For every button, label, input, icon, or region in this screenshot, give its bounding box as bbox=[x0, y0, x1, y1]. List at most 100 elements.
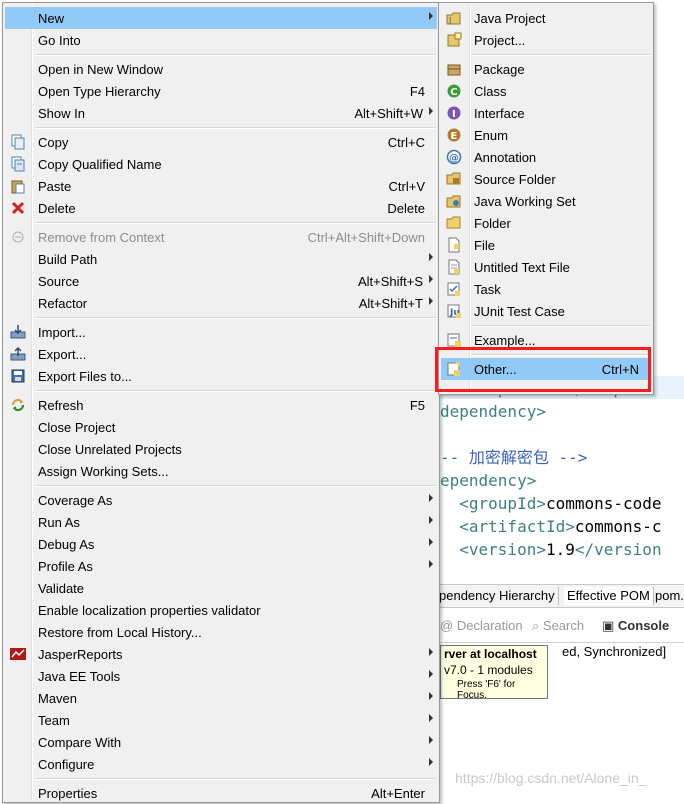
menu-item-go-into[interactable]: Go Into bbox=[5, 29, 437, 51]
code-line: ependency> bbox=[440, 471, 537, 490]
menu-item-show-in[interactable]: Show In Alt+Shift+W bbox=[5, 102, 437, 124]
menu-separator bbox=[35, 485, 436, 487]
menu-item-coverage-as[interactable]: Coverage As bbox=[5, 489, 437, 511]
interface-icon: I bbox=[446, 105, 462, 121]
menu-item-refactor[interactable]: Refactor Alt+Shift+T bbox=[5, 292, 437, 314]
menu-item-java-project[interactable]: J Java Project bbox=[441, 7, 651, 29]
menu-item-other[interactable]: Other... Ctrl+N bbox=[441, 358, 651, 380]
menu-item-label: Example... bbox=[474, 333, 536, 348]
menu-item-label: Delete bbox=[38, 201, 76, 216]
menu-item-assign-working-sets[interactable]: Assign Working Sets... bbox=[5, 460, 437, 482]
junit-icon: Ju bbox=[446, 303, 462, 319]
menu-item-label: Build Path bbox=[38, 252, 98, 267]
menu-item-label: Compare With bbox=[38, 735, 122, 750]
menu-item-example[interactable]: Example... bbox=[441, 329, 651, 351]
menu-item-new[interactable]: New bbox=[5, 7, 437, 29]
menu-separator bbox=[35, 127, 436, 129]
tab-pom[interactable]: pom. bbox=[652, 587, 684, 605]
editor-tabs: pendency Hierarchy Effective POM pom. bbox=[436, 584, 684, 608]
menu-item-label: Debug As bbox=[38, 537, 95, 552]
java-project-icon: J bbox=[446, 10, 462, 26]
menu-item-task[interactable]: Task bbox=[441, 278, 651, 300]
chevron-right-icon bbox=[429, 758, 433, 766]
chevron-right-icon bbox=[429, 736, 433, 744]
menu-item-close-project[interactable]: Close Project bbox=[5, 416, 437, 438]
menu-item-label: JUnit Test Case bbox=[474, 304, 565, 319]
menu-item-label: Project... bbox=[474, 33, 526, 48]
menu-separator bbox=[35, 390, 436, 392]
menu-item-remove-from-context[interactable]: Remove from Context Ctrl+Alt+Shift+Down bbox=[5, 226, 437, 248]
menu-item-paste[interactable]: Paste Ctrl+V bbox=[5, 175, 437, 197]
menu-item-label: Annotation bbox=[474, 150, 537, 165]
menu-item-class[interactable]: C Class bbox=[441, 80, 651, 102]
menu-item-label: Restore from Local History... bbox=[38, 625, 202, 640]
menu-item-label: Other... bbox=[474, 362, 517, 377]
paste-icon bbox=[10, 178, 26, 194]
save-icon bbox=[10, 368, 26, 384]
declaration-tab[interactable]: @ Declaration bbox=[440, 618, 523, 633]
menu-item-untitled-text-file[interactable]: Untitled Text File bbox=[441, 256, 651, 278]
menu-item-source-folder[interactable]: Source Folder bbox=[441, 168, 651, 190]
tab-effective-pom[interactable]: Effective POM bbox=[564, 587, 654, 605]
menu-item-maven[interactable]: Maven bbox=[5, 687, 437, 709]
menu-item-java-ee-tools[interactable]: Java EE Tools bbox=[5, 665, 437, 687]
example-icon bbox=[446, 332, 462, 348]
menu-item-folder[interactable]: Folder bbox=[441, 212, 651, 234]
chevron-right-icon bbox=[429, 538, 433, 546]
menu-item-debug-as[interactable]: Debug As bbox=[5, 533, 437, 555]
chevron-right-icon bbox=[429, 648, 433, 656]
menu-item-label: Java Working Set bbox=[474, 194, 576, 209]
menu-separator bbox=[35, 222, 436, 224]
menu-item-annotation[interactable]: @ Annotation bbox=[441, 146, 651, 168]
menu-item-restore-from-local-history[interactable]: Restore from Local History... bbox=[5, 621, 437, 643]
menu-item-team[interactable]: Team bbox=[5, 709, 437, 731]
menu-item-profile-as[interactable]: Profile As bbox=[5, 555, 437, 577]
tab-dependency-hierarchy[interactable]: pendency Hierarchy bbox=[436, 587, 559, 605]
menu-item-enable-localization-properties-validator[interactable]: Enable localization properties validator bbox=[5, 599, 437, 621]
menu-item-shortcut: F4 bbox=[409, 84, 425, 99]
menu-item-import[interactable]: Import... bbox=[5, 321, 437, 343]
menu-item-label: Copy Qualified Name bbox=[38, 157, 162, 172]
menu-item-open-type-hierarchy[interactable]: Open Type Hierarchy F4 bbox=[5, 80, 437, 102]
chevron-right-icon bbox=[429, 670, 433, 678]
console-tab[interactable]: ▣ Console bbox=[602, 618, 669, 634]
menu-item-open-in-new-window[interactable]: Open in New Window bbox=[5, 58, 437, 80]
menu-item-label: Import... bbox=[38, 325, 86, 340]
declaration-icon: @ bbox=[440, 618, 454, 633]
menu-item-delete[interactable]: Delete Delete bbox=[5, 197, 437, 219]
menu-item-package[interactable]: Package bbox=[441, 58, 651, 80]
class-icon: C bbox=[446, 83, 462, 99]
code-line: dependency> bbox=[440, 402, 546, 421]
menu-item-junit-test-case[interactable]: Ju JUnit Test Case bbox=[441, 300, 651, 322]
menu-item-label: Export... bbox=[38, 347, 87, 362]
menu-item-enum[interactable]: E Enum bbox=[441, 124, 651, 146]
menu-item-export-files-to[interactable]: Export Files to... bbox=[5, 365, 437, 387]
chevron-right-icon bbox=[429, 12, 433, 20]
menu-item-validate[interactable]: Validate bbox=[5, 577, 437, 599]
watermark: https://blog.csdn.net/Alone_in_ bbox=[455, 770, 647, 786]
menu-item-close-unrelated-projects[interactable]: Close Unrelated Projects bbox=[5, 438, 437, 460]
import-icon bbox=[10, 324, 26, 340]
menu-item-file[interactable]: File bbox=[441, 234, 651, 256]
menu-item-copy-qualified-name[interactable]: Copy Qualified Name bbox=[5, 153, 437, 175]
menu-item-configure[interactable]: Configure bbox=[5, 753, 437, 775]
menu-item-refresh[interactable]: Refresh F5 bbox=[5, 394, 437, 416]
menu-item-run-as[interactable]: Run As bbox=[5, 511, 437, 533]
menu-item-copy[interactable]: Copy Ctrl+C bbox=[5, 131, 437, 153]
menu-item-project[interactable]: Project... bbox=[441, 29, 651, 51]
search-tab[interactable]: ⌕ Search bbox=[532, 618, 584, 634]
remove-context-icon bbox=[10, 229, 26, 245]
refresh-icon bbox=[10, 397, 26, 413]
code-line: -- 加密解密包 --> bbox=[440, 448, 588, 467]
menu-separator bbox=[472, 325, 650, 327]
chevron-right-icon bbox=[429, 714, 433, 722]
menu-item-java-working-set[interactable]: Java Working Set bbox=[441, 190, 651, 212]
menu-item-jasperreports[interactable]: JasperReports bbox=[5, 643, 437, 665]
menu-item-build-path[interactable]: Build Path bbox=[5, 248, 437, 270]
menu-item-export[interactable]: Export... bbox=[5, 343, 437, 365]
menu-item-label: Untitled Text File bbox=[474, 260, 570, 275]
menu-item-compare-with[interactable]: Compare With bbox=[5, 731, 437, 753]
menu-item-interface[interactable]: I Interface bbox=[441, 102, 651, 124]
task-icon bbox=[446, 281, 462, 297]
menu-item-source[interactable]: Source Alt+Shift+S bbox=[5, 270, 437, 292]
